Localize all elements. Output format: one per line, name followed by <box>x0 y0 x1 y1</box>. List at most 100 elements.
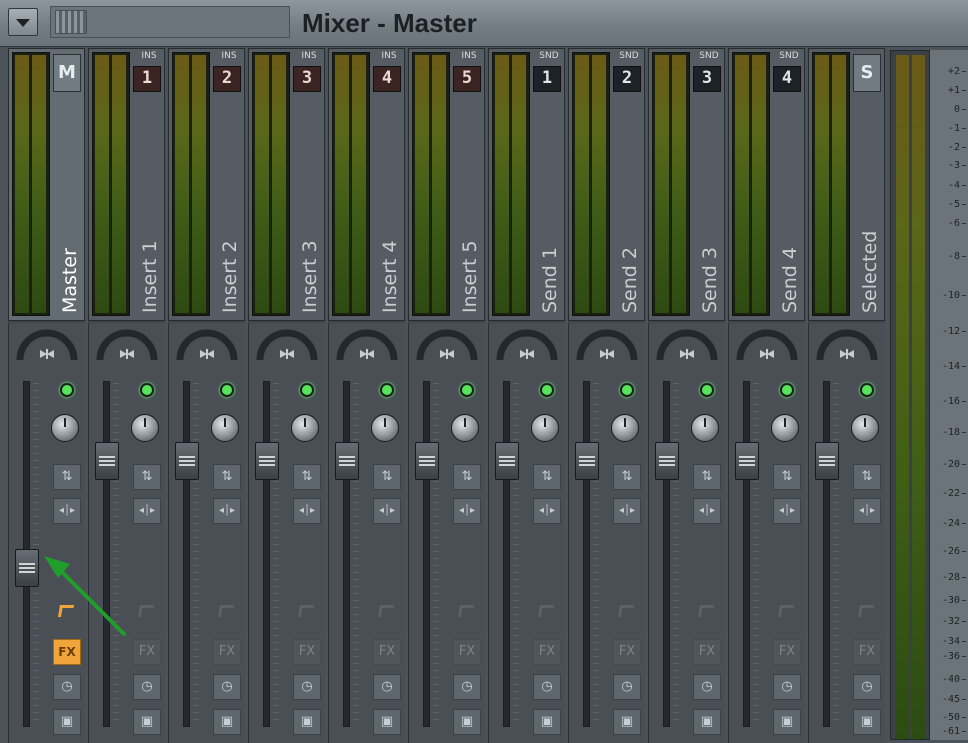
route-number[interactable]: 2 <box>213 66 241 92</box>
fx-button[interactable]: FX <box>773 639 801 665</box>
clock-icon[interactable]: ◷ <box>133 674 161 700</box>
stereo-knob[interactable] <box>451 414 479 442</box>
volume-fader-handle[interactable] <box>335 442 359 481</box>
stereo-separation-icon[interactable]: ◂│▸ <box>453 498 481 524</box>
strip-header[interactable]: INS 3 Insert 3 <box>248 48 325 321</box>
swap-arrows-icon[interactable]: ⇅ <box>133 464 161 490</box>
route-number[interactable]: 2 <box>613 66 641 92</box>
fx-button[interactable]: FX <box>373 639 401 665</box>
fx-button[interactable]: FX <box>693 639 721 665</box>
strip-header[interactable]: SND 2 Send 2 <box>568 48 645 321</box>
swap-arrows-icon[interactable]: ⇅ <box>213 464 241 490</box>
strip-header[interactable]: INS 2 Insert 2 <box>168 48 245 321</box>
disk-icon[interactable]: ▣ <box>613 709 641 735</box>
stereo-separation-icon[interactable]: ◂│▸ <box>693 498 721 524</box>
stereo-knob[interactable] <box>611 414 639 442</box>
disk-icon[interactable]: ▣ <box>693 709 721 735</box>
mixer-strip-5[interactable]: INS 5 Insert 5 ⇅ ◂│▸ FX ◷ ▣ <box>408 48 485 743</box>
enable-led[interactable] <box>460 383 474 397</box>
route-corner-icon[interactable] <box>857 605 875 617</box>
enable-led[interactable] <box>380 383 394 397</box>
strip-header[interactable]: INS 1 Insert 1 <box>88 48 165 321</box>
route-corner-icon[interactable] <box>217 605 235 617</box>
route-number[interactable]: 4 <box>773 66 801 92</box>
clock-icon[interactable]: ◷ <box>373 674 401 700</box>
route-corner-icon[interactable] <box>297 605 315 617</box>
enable-led[interactable] <box>780 383 794 397</box>
enable-led[interactable] <box>60 383 74 397</box>
disk-icon[interactable]: ▣ <box>373 709 401 735</box>
mixer-strip-8[interactable]: SND 3 Send 3 ⇅ ◂│▸ FX ◷ ▣ <box>648 48 725 743</box>
stereo-separation-icon[interactable]: ◂│▸ <box>213 498 241 524</box>
route-corner-icon[interactable] <box>137 605 155 617</box>
pan-dial[interactable] <box>94 328 160 364</box>
route-corner-icon[interactable] <box>537 605 555 617</box>
disk-icon[interactable]: ▣ <box>133 709 161 735</box>
stereo-knob[interactable] <box>851 414 879 442</box>
mixer-strip-9[interactable]: SND 4 Send 4 ⇅ ◂│▸ FX ◷ ▣ <box>728 48 805 743</box>
pan-dial[interactable] <box>574 328 640 364</box>
clock-icon[interactable]: ◷ <box>53 674 81 700</box>
stereo-separation-icon[interactable]: ◂│▸ <box>373 498 401 524</box>
enable-led[interactable] <box>860 383 874 397</box>
stereo-knob[interactable] <box>771 414 799 442</box>
mixer-strip-7[interactable]: SND 2 Send 2 ⇅ ◂│▸ FX ◷ ▣ <box>568 48 645 743</box>
route-number[interactable]: 4 <box>373 66 401 92</box>
volume-fader-handle[interactable] <box>415 442 439 481</box>
route-corner-icon[interactable] <box>777 605 795 617</box>
stereo-knob[interactable] <box>51 414 79 442</box>
clock-icon[interactable]: ◷ <box>213 674 241 700</box>
route-corner-icon[interactable] <box>697 605 715 617</box>
strip-header[interactable]: SND 3 Send 3 <box>648 48 725 321</box>
pan-dial[interactable] <box>174 328 240 364</box>
swap-arrows-icon[interactable]: ⇅ <box>453 464 481 490</box>
stereo-separation-icon[interactable]: ◂│▸ <box>773 498 801 524</box>
mixer-strip-10[interactable]: S Selected ⇅ ◂│▸ FX ◷ ▣ <box>808 48 885 743</box>
swap-arrows-icon[interactable]: ⇅ <box>613 464 641 490</box>
clock-icon[interactable]: ◷ <box>693 674 721 700</box>
mixer-strip-4[interactable]: INS 4 Insert 4 ⇅ ◂│▸ FX ◷ ▣ <box>328 48 405 743</box>
enable-led[interactable] <box>300 383 314 397</box>
disk-icon[interactable]: ▣ <box>53 709 81 735</box>
enable-led[interactable] <box>700 383 714 397</box>
stereo-separation-icon[interactable]: ◂│▸ <box>853 498 881 524</box>
grip-handle-icon[interactable] <box>55 10 87 34</box>
route-corner-icon[interactable] <box>57 605 75 617</box>
pan-dial[interactable] <box>494 328 560 364</box>
mixer-strip-2[interactable]: INS 2 Insert 2 ⇅ ◂│▸ FX ◷ ▣ <box>168 48 245 743</box>
volume-fader-handle[interactable] <box>495 442 519 481</box>
stereo-separation-icon[interactable]: ◂│▸ <box>133 498 161 524</box>
enable-led[interactable] <box>540 383 554 397</box>
strip-header[interactable]: SND 4 Send 4 <box>728 48 805 321</box>
clock-icon[interactable]: ◷ <box>533 674 561 700</box>
strip-header[interactable]: SND 1 Send 1 <box>488 48 565 321</box>
pan-dial[interactable] <box>14 328 80 364</box>
route-corner-icon[interactable] <box>377 605 395 617</box>
swap-arrows-icon[interactable]: ⇅ <box>693 464 721 490</box>
stereo-knob[interactable] <box>691 414 719 442</box>
stereo-separation-icon[interactable]: ◂│▸ <box>613 498 641 524</box>
fx-button[interactable]: FX <box>293 639 321 665</box>
mixer-strip-1[interactable]: INS 1 Insert 1 ⇅ ◂│▸ FX ◷ ▣ <box>88 48 165 743</box>
stereo-knob[interactable] <box>291 414 319 442</box>
volume-fader-handle[interactable] <box>655 442 679 481</box>
volume-fader-handle[interactable] <box>175 442 199 481</box>
pan-dial[interactable] <box>654 328 720 364</box>
pan-dial[interactable] <box>414 328 480 364</box>
pan-dial[interactable] <box>334 328 400 364</box>
pan-dial[interactable] <box>254 328 320 364</box>
swap-arrows-icon[interactable]: ⇅ <box>853 464 881 490</box>
volume-fader-handle[interactable] <box>15 549 39 588</box>
volume-fader-handle[interactable] <box>575 442 599 481</box>
stereo-knob[interactable] <box>131 414 159 442</box>
stereo-separation-icon[interactable]: ◂│▸ <box>293 498 321 524</box>
stereo-knob[interactable] <box>531 414 559 442</box>
swap-arrows-icon[interactable]: ⇅ <box>53 464 81 490</box>
stereo-separation-icon[interactable]: ◂│▸ <box>533 498 561 524</box>
swap-arrows-icon[interactable]: ⇅ <box>373 464 401 490</box>
fx-button[interactable]: FX <box>453 639 481 665</box>
disk-icon[interactable]: ▣ <box>213 709 241 735</box>
route-number[interactable]: 1 <box>133 66 161 92</box>
volume-fader-handle[interactable] <box>815 442 839 481</box>
route-number[interactable]: 5 <box>453 66 481 92</box>
